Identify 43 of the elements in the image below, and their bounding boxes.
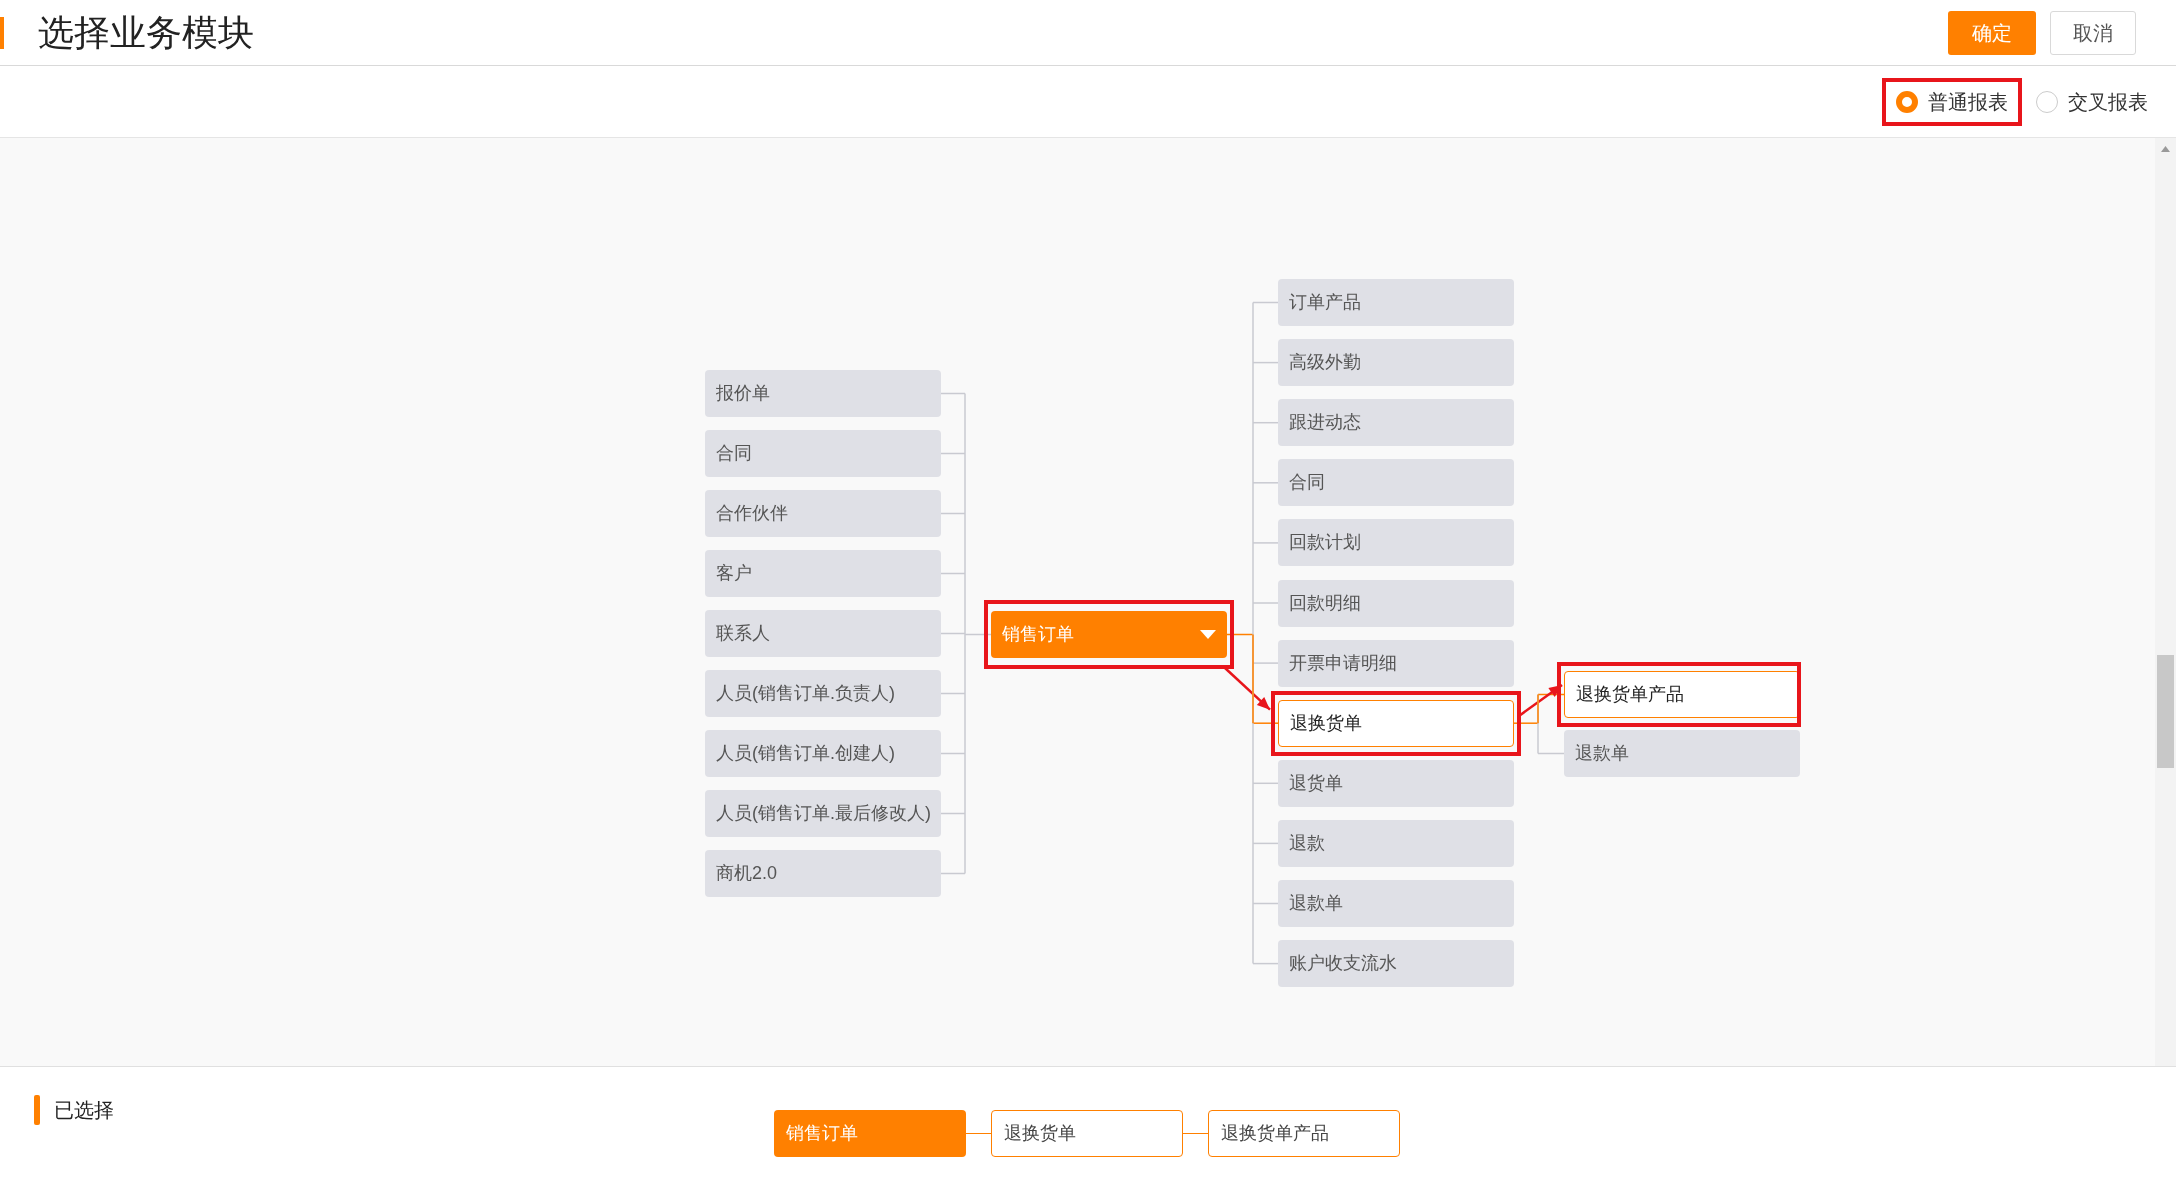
tree-node[interactable]: 合作伙伴 bbox=[705, 490, 941, 537]
tree-node[interactable]: 合同 bbox=[705, 430, 941, 477]
cancel-button[interactable]: 取消 bbox=[2050, 10, 2136, 55]
scrollbar[interactable] bbox=[2155, 138, 2176, 1066]
caret-icon[interactable] bbox=[1200, 630, 1216, 639]
tree-node[interactable]: 开票申请明细 bbox=[1278, 639, 1514, 687]
tree-node[interactable]: 人员(销售订单.最后修改人) bbox=[705, 790, 941, 837]
scroll-up-icon[interactable] bbox=[2161, 146, 2170, 152]
tree-node[interactable]: 退换货单 bbox=[1278, 699, 1514, 747]
page-title: 选择业务模块 bbox=[38, 10, 254, 55]
radio-option[interactable]: 交叉报表 bbox=[2022, 77, 2162, 126]
tree-node[interactable]: 退货单 bbox=[1278, 759, 1514, 807]
tree-node[interactable]: 退款单 bbox=[1278, 880, 1514, 927]
section-title: 已选择 bbox=[54, 1098, 114, 1123]
tree-node[interactable]: 人员(销售订单.负责人) bbox=[705, 670, 941, 717]
scrollbar-thumb[interactable] bbox=[2157, 655, 2174, 768]
tree-node[interactable]: 人员(销售订单.创建人) bbox=[705, 730, 941, 777]
tree-node[interactable]: 退换货单产品 bbox=[1564, 671, 1800, 718]
title-accent-bar bbox=[0, 16, 4, 49]
annotation-arrow bbox=[1519, 684, 1563, 717]
tree-node[interactable]: 回款明细 bbox=[1278, 579, 1514, 627]
tree-node[interactable]: 退款单 bbox=[1564, 730, 1800, 777]
selected-module-chip[interactable]: 退换货单产品 bbox=[1208, 1110, 1400, 1157]
tree-node[interactable]: 高级外勤 bbox=[1278, 339, 1514, 387]
tree-node[interactable]: 合同 bbox=[1278, 459, 1514, 507]
tree-node[interactable]: 退款 bbox=[1278, 819, 1514, 867]
tree-node[interactable]: 联系人 bbox=[705, 610, 941, 657]
radio-button[interactable] bbox=[2036, 90, 2058, 113]
connector-line bbox=[966, 1132, 991, 1135]
selected-module-chip[interactable]: 退换货单 bbox=[991, 1110, 1183, 1157]
tree-node[interactable]: 跟进动态 bbox=[1278, 399, 1514, 447]
tree-node[interactable]: 回款计划 bbox=[1278, 519, 1514, 567]
tree-node[interactable]: 订单产品 bbox=[1278, 279, 1514, 326]
section-accent-bar bbox=[34, 1095, 40, 1125]
connector-line bbox=[1183, 1132, 1208, 1135]
tree-node[interactable]: 报价单 bbox=[705, 370, 941, 417]
annotation-arrow bbox=[1224, 667, 1271, 711]
tree-node[interactable]: 客户 bbox=[705, 550, 941, 597]
tree-node[interactable]: 账户收支流水 bbox=[1278, 940, 1514, 988]
radio-option[interactable]: 普通报表 bbox=[1882, 77, 2022, 126]
node-label: 销售订单 bbox=[1002, 623, 1074, 646]
tree-node[interactable]: 商机2.0 bbox=[705, 850, 941, 897]
radio-button[interactable] bbox=[1896, 90, 1918, 113]
